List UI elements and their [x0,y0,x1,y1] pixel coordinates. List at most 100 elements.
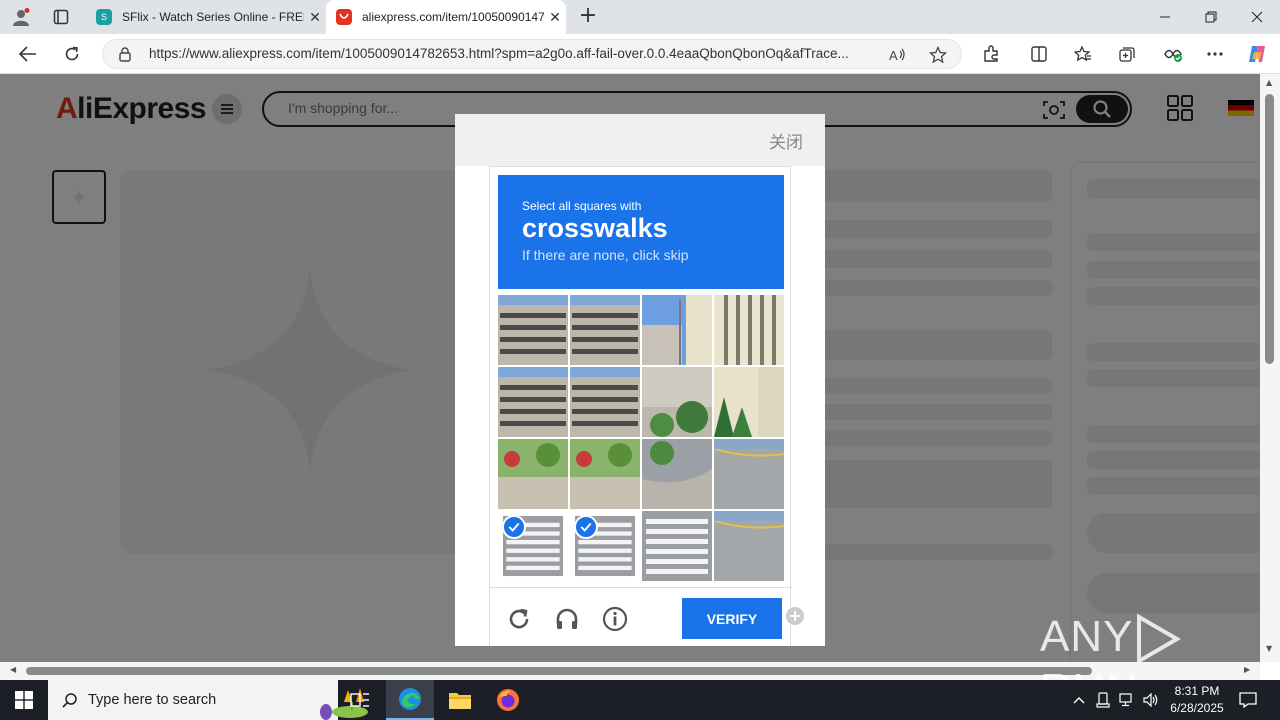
svg-text:A: A [889,48,898,63]
selected-check-icon [502,515,526,539]
taskbar-search-placeholder: Type here to search [88,692,217,708]
extensions-icon[interactable] [978,42,1004,66]
reload-page-icon[interactable] [58,41,86,67]
captcha-tile[interactable] [642,511,712,581]
captcha-tile[interactable] [498,439,568,509]
copilot-icon[interactable] [1244,42,1270,66]
restore-icon[interactable] [1188,0,1234,34]
captcha-tile-image [570,367,640,437]
captcha-tile[interactable] [642,439,712,509]
browser-toolbar: https://www.aliexpress.com/item/10050090… [0,34,1280,74]
favorites-icon[interactable] [1070,42,1096,66]
notifications-icon[interactable] [1234,680,1262,720]
recaptcha-challenge: Select all squares with crosswalks If th… [489,166,792,647]
captcha-tile[interactable] [642,295,712,365]
captcha-tile-image [642,511,712,581]
tab-title: aliexpress.com/item/1005009014782653 [362,10,544,24]
captcha-tile[interactable] [642,367,712,437]
captcha-tile[interactable] [714,511,784,581]
captcha-tile[interactable] [570,511,640,581]
selected-check-icon [574,515,598,539]
captcha-tile[interactable] [570,367,640,437]
file-explorer-icon[interactable] [436,680,484,720]
network-icon[interactable] [1116,680,1138,720]
verify-button[interactable]: VERIFY [682,598,782,639]
tab-close-icon[interactable]: ✕ [544,9,566,26]
captcha-tile-image [570,439,640,509]
anyrun-play-icon [1137,613,1182,665]
prompt-instruction: Select all squares with [522,199,642,213]
captcha-tile[interactable] [570,295,640,365]
tab-sflix[interactable]: S SFlix - Watch Series Online - FREE ✕ [86,0,326,34]
captcha-tile-image [714,511,784,581]
clock-date: 6/28/2025 [1170,701,1224,715]
image-tile-grid [498,295,784,581]
captcha-tile[interactable] [498,511,568,581]
minimize-icon[interactable] [1142,0,1188,34]
captcha-tile-image [498,439,568,509]
scroll-left-icon[interactable]: ◀ [10,665,16,674]
captcha-modal: 关闭 Select all squares with crosswalks If… [455,114,825,646]
aliexpress-favicon-icon [336,9,352,25]
new-tab-icon[interactable]: + [576,4,600,30]
captcha-tile-image [498,367,568,437]
captcha-tile-image [498,295,568,365]
captcha-tile[interactable] [498,367,568,437]
volume-icon[interactable] [1140,680,1162,720]
task-view-icon[interactable] [336,680,384,720]
start-button[interactable] [0,680,48,720]
tab-close-icon[interactable]: ✕ [304,9,326,26]
info-icon[interactable] [600,604,630,634]
more-options-icon[interactable] [1202,42,1228,66]
show-hidden-icons-icon[interactable] [1068,680,1090,720]
captcha-tile-image [642,439,712,509]
captcha-tile-image [714,367,784,437]
taskbar-search-icon [62,693,77,708]
vertical-scrollbar[interactable]: ▲ ▼ [1260,74,1280,662]
captcha-tile[interactable] [498,295,568,365]
clock-time: 8:31 PM [1174,684,1220,698]
read-aloud-icon[interactable]: A [887,45,909,65]
captcha-tile-image [570,295,640,365]
split-screen-icon[interactable] [1026,42,1052,66]
window-close-icon[interactable] [1234,0,1280,34]
collections-icon[interactable] [1114,42,1140,66]
site-info-icon[interactable] [117,46,133,62]
favorite-star-icon[interactable] [927,45,949,65]
windows-taskbar: Type here to search 8:31 PM 6/28/2025 [0,680,1280,720]
prompt-hint: If there are none, click skip [522,247,689,263]
profile-icon[interactable] [8,5,34,29]
browser-tab-bar: S SFlix - Watch Series Online - FREE ✕ a… [0,0,1280,34]
system-clock[interactable]: 8:31 PM 6/28/2025 [1162,683,1232,717]
headphones-icon[interactable] [552,604,582,634]
challenge-footer: VERIFY [490,587,792,647]
firefox-icon[interactable] [484,680,532,720]
edge-taskbar-icon[interactable] [386,680,434,720]
tab-aliexpress[interactable]: aliexpress.com/item/1005009014782653 ✕ [326,0,566,34]
back-icon[interactable] [14,41,42,67]
captcha-tile[interactable] [714,295,784,365]
address-bar[interactable]: https://www.aliexpress.com/item/10050090… [102,39,962,69]
prompt-keyword: crosswalks [522,213,668,243]
scroll-up-icon[interactable]: ▲ [1266,78,1272,87]
captcha-tile-image [714,295,784,365]
tab-title: SFlix - Watch Series Online - FREE [122,10,304,24]
windows-logo-icon [15,691,33,709]
captcha-tile-image [642,367,712,437]
challenge-prompt: Select all squares with crosswalks If th… [498,175,784,289]
device-icon[interactable] [1092,680,1114,720]
captcha-tile[interactable] [714,439,784,509]
sflix-favicon-icon: S [96,9,112,25]
close-button[interactable]: 关闭 [769,128,803,153]
tab-actions-icon[interactable] [48,5,74,29]
browser-essentials-icon[interactable] [1160,42,1186,66]
vertical-scroll-thumb[interactable] [1265,94,1274,364]
expand-plus-icon[interactable]: + [786,607,804,625]
captcha-tile[interactable] [714,367,784,437]
modal-header: 关闭 [455,114,825,166]
url-text[interactable]: https://www.aliexpress.com/item/10050090… [149,46,879,61]
taskbar-search-box[interactable]: Type here to search [48,680,368,720]
reload-icon[interactable] [504,604,534,634]
captcha-tile[interactable] [570,439,640,509]
horizontal-scroll-thumb[interactable] [26,667,1092,675]
